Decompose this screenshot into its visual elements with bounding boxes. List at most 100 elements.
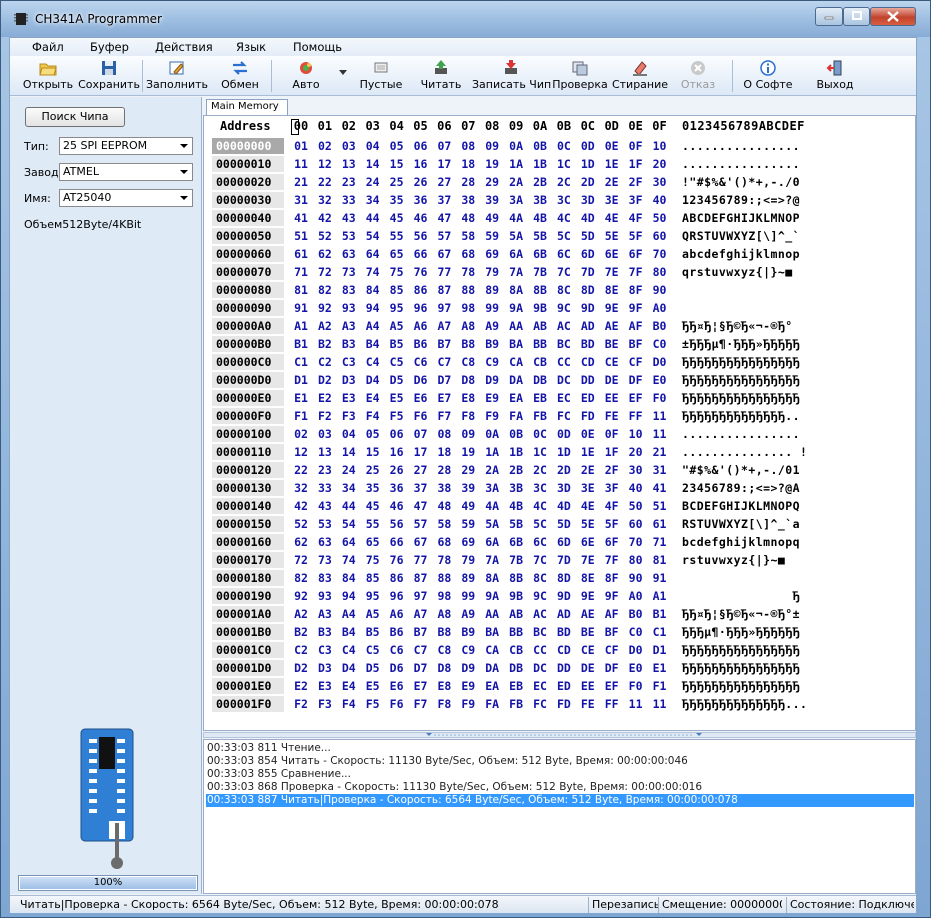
hex-byte[interactable]: E8 — [457, 390, 479, 406]
ascii-text[interactable]: ЂЂ¤Ђ¦§Ђ©Ђ«¬-®Ђ°± — [682, 606, 800, 622]
hex-byte[interactable]: FE — [577, 696, 599, 712]
hex-byte[interactable]: 03 — [314, 426, 336, 442]
hex-byte[interactable]: 19 — [457, 444, 479, 460]
hex-byte[interactable]: 2A — [481, 462, 503, 478]
hex-byte[interactable]: 5A — [505, 228, 527, 244]
hex-byte[interactable]: A9 — [481, 318, 503, 334]
hex-byte[interactable]: 19 — [481, 156, 503, 172]
hex-byte[interactable]: 51 — [290, 228, 312, 244]
hex-byte[interactable]: B5 — [386, 336, 408, 352]
hex-byte[interactable]: 0A — [505, 138, 527, 154]
hex-byte[interactable]: A5 — [386, 318, 408, 334]
row-address[interactable]: 000000C0 — [212, 354, 284, 370]
ascii-text[interactable]: ЂЂЂЂЂЂЂЂЂЂЂЂЂЂЂЂ — [682, 678, 800, 694]
ascii-text[interactable]: ЂЂЂЂЂЂЂЂЂЂЂЂЂЂЂЂ — [682, 372, 800, 388]
hex-byte[interactable]: AC — [553, 318, 575, 334]
hex-byte[interactable]: 51 — [649, 498, 671, 514]
fill-button[interactable]: Заполнить — [146, 57, 208, 95]
row-address[interactable]: 00000020 — [212, 174, 284, 190]
hex-byte[interactable]: 63 — [338, 246, 360, 262]
hex-byte[interactable]: 50 — [625, 498, 647, 514]
hex-byte[interactable]: 07 — [410, 426, 432, 442]
hex-byte[interactable]: 7B — [529, 264, 551, 280]
hex-byte[interactable]: 4E — [577, 498, 599, 514]
hex-byte[interactable]: C7 — [410, 642, 432, 658]
hex-byte[interactable]: 28 — [433, 462, 455, 478]
hex-byte[interactable]: 7E — [601, 264, 623, 280]
hex-byte[interactable]: 47 — [433, 210, 455, 226]
hex-byte[interactable]: 2F — [601, 462, 623, 478]
name-select[interactable]: AT25040 — [59, 189, 193, 207]
hex-byte[interactable]: DD — [553, 660, 575, 676]
hex-byte[interactable]: 91 — [290, 300, 312, 316]
hex-byte[interactable]: 96 — [386, 588, 408, 604]
about-button[interactable]: О Софте — [740, 57, 796, 95]
hex-byte[interactable]: DB — [505, 660, 527, 676]
hex-byte[interactable]: 75 — [386, 264, 408, 280]
hex-byte[interactable]: 1E — [601, 156, 623, 172]
hex-byte[interactable]: 97 — [433, 300, 455, 316]
hex-byte[interactable]: 45 — [386, 210, 408, 226]
hex-byte[interactable]: F8 — [433, 696, 455, 712]
title-bar[interactable]: CH341A Programmer — [1, 1, 930, 37]
ascii-text[interactable]: Ђ — [682, 588, 800, 604]
hex-byte[interactable]: 80 — [625, 552, 647, 568]
hex-byte[interactable]: 3D — [553, 480, 575, 496]
hex-byte[interactable]: 05 — [386, 138, 408, 154]
hex-byte[interactable]: A9 — [457, 606, 479, 622]
hex-byte[interactable]: F5 — [362, 696, 384, 712]
hex-byte[interactable]: 31 — [649, 462, 671, 478]
hex-byte[interactable]: 12 — [290, 444, 312, 460]
hex-byte[interactable]: B6 — [410, 336, 432, 352]
hex-byte[interactable]: D2 — [290, 660, 312, 676]
hex-byte[interactable]: FE — [601, 408, 623, 424]
hex-byte[interactable]: A7 — [433, 318, 455, 334]
hex-byte[interactable]: B0 — [625, 606, 647, 622]
hex-byte[interactable]: FB — [529, 408, 551, 424]
hex-byte[interactable]: 09 — [457, 426, 479, 442]
hex-byte[interactable]: F2 — [290, 696, 312, 712]
hex-byte[interactable]: 12 — [314, 156, 336, 172]
hex-byte[interactable]: CE — [601, 354, 623, 370]
hex-byte[interactable]: 37 — [410, 480, 432, 496]
hex-byte[interactable]: B1 — [290, 336, 312, 352]
hex-byte[interactable]: 39 — [457, 480, 479, 496]
hex-byte[interactable]: 45 — [362, 498, 384, 514]
hex-byte[interactable]: B9 — [481, 336, 503, 352]
hex-byte[interactable]: 5B — [505, 516, 527, 532]
hex-byte[interactable]: 53 — [338, 228, 360, 244]
type-select[interactable]: 25 SPI EEPROM — [59, 137, 193, 155]
hex-byte[interactable]: 9F — [625, 300, 647, 316]
hex-byte[interactable]: 17 — [433, 156, 455, 172]
hex-byte[interactable]: 56 — [410, 228, 432, 244]
hex-byte[interactable]: BE — [577, 624, 599, 640]
log-entry[interactable]: 00:33:03 854 Читать - Скорость: 11130 By… — [206, 755, 914, 768]
hex-byte[interactable]: A7 — [410, 606, 432, 622]
hex-byte[interactable]: FD — [577, 408, 599, 424]
hex-byte[interactable]: 16 — [386, 444, 408, 460]
hex-byte[interactable]: 4F — [601, 498, 623, 514]
hex-byte[interactable]: 76 — [386, 552, 408, 568]
hex-byte[interactable]: 09 — [481, 138, 503, 154]
hex-byte[interactable]: E9 — [481, 390, 503, 406]
hex-byte[interactable]: 22 — [290, 462, 312, 478]
ascii-text[interactable]: ЂЂ¤Ђ¦§Ђ©Ђ«¬-®Ђ° — [682, 318, 793, 334]
hex-byte[interactable]: 10 — [649, 138, 671, 154]
hex-byte[interactable]: 0E — [577, 426, 599, 442]
hex-byte[interactable]: 95 — [386, 300, 408, 316]
row-address[interactable]: 000000D0 — [212, 372, 284, 388]
ascii-text[interactable]: ЂЂЂµ¶·ЂЂЂ»ЂЂЂЂЂЂ — [682, 624, 800, 640]
hex-byte[interactable]: 07 — [433, 138, 455, 154]
hex-byte[interactable]: CE — [577, 642, 599, 658]
hex-byte[interactable]: 57 — [410, 516, 432, 532]
hex-byte[interactable]: 20 — [625, 444, 647, 460]
hex-byte[interactable]: D7 — [410, 660, 432, 676]
hex-byte[interactable]: 4B — [505, 498, 527, 514]
hex-byte[interactable]: 2C — [553, 174, 575, 190]
hex-byte[interactable]: F5 — [386, 408, 408, 424]
hex-byte[interactable]: 5A — [481, 516, 503, 532]
hex-byte[interactable]: 61 — [290, 246, 312, 262]
hex-byte[interactable]: 68 — [433, 534, 455, 550]
hex-byte[interactable]: 84 — [362, 282, 384, 298]
hex-byte[interactable]: F2 — [314, 408, 336, 424]
